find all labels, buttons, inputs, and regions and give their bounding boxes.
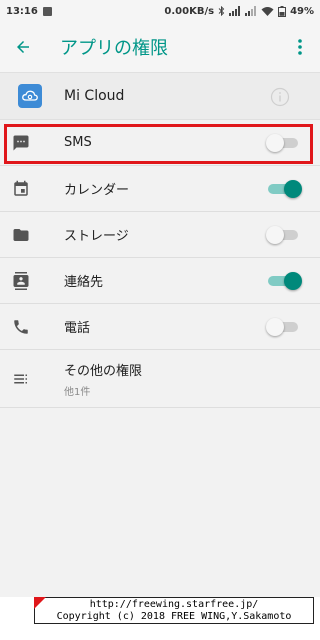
status-bar: 13:16 0.00KB/s 49% xyxy=(0,0,320,22)
sms-toggle[interactable] xyxy=(266,133,298,152)
bluetooth-icon xyxy=(218,6,225,16)
battery-icon xyxy=(278,5,287,17)
permission-row-storage[interactable]: ストレージ xyxy=(0,212,320,258)
status-time: 13:16 xyxy=(6,5,38,17)
contacts-icon xyxy=(11,271,31,291)
cloud-app-icon xyxy=(18,84,42,108)
app-bar: アプリの権限 xyxy=(0,22,320,72)
permission-row-phone[interactable]: 電話 xyxy=(0,304,320,350)
permission-row-contacts[interactable]: 連絡先 xyxy=(0,258,320,304)
permission-row-sms[interactable]: SMS xyxy=(0,120,320,166)
arrow-back-icon xyxy=(17,41,29,53)
calendar-toggle[interactable] xyxy=(268,179,302,198)
other-permissions-count: 他1件 xyxy=(64,386,91,398)
network-speed: 0.00KB/s xyxy=(164,5,215,17)
other-permissions-label: その他の権限 xyxy=(64,363,143,379)
more-vert-icon xyxy=(298,39,302,55)
contacts-toggle[interactable] xyxy=(268,271,302,290)
status-right: 0.00KB/s 49% xyxy=(164,5,314,17)
watermark-copyright: Copyright (c) 2018 FREE WING,Y.Sakamoto xyxy=(56,611,292,622)
info-icon[interactable] xyxy=(270,87,290,107)
notification-icon xyxy=(42,6,52,16)
permission-row-other[interactable]: その他の権限 他1件 xyxy=(0,350,320,408)
permission-label: カレンダー xyxy=(64,183,130,198)
watermark-url: http://freewing.starfree.jp/ xyxy=(89,599,259,610)
list-icon xyxy=(11,369,31,389)
battery-level: 49% xyxy=(290,5,314,17)
folder-icon xyxy=(11,225,31,245)
page-title: アプリの権限 xyxy=(60,38,168,59)
red-corner-mark xyxy=(34,597,46,609)
calendar-icon xyxy=(11,179,31,199)
back-button[interactable] xyxy=(0,24,46,70)
permission-label: 電話 xyxy=(64,321,91,336)
phone-icon xyxy=(11,317,31,337)
app-name: Mi Cloud xyxy=(64,88,125,104)
signal-icon xyxy=(229,6,241,16)
more-options-button[interactable] xyxy=(290,34,310,60)
wifi-icon xyxy=(261,7,274,16)
storage-toggle[interactable] xyxy=(266,225,298,244)
permission-list: SMS カレンダー ストレージ 連絡先 電話 その他の権限 他1件 xyxy=(0,120,320,408)
signal-icon-2 xyxy=(245,6,257,16)
permission-label: ストレージ xyxy=(64,229,129,244)
permission-label: SMS xyxy=(64,135,92,150)
phone-toggle[interactable] xyxy=(266,317,298,336)
app-header-row: Mi Cloud xyxy=(0,72,320,120)
sms-icon xyxy=(11,133,31,153)
permission-row-calendar[interactable]: カレンダー xyxy=(0,166,320,212)
permission-label: 連絡先 xyxy=(64,275,104,290)
other-permissions-text: その他の権限 他1件 xyxy=(64,360,142,398)
copyright-watermark: http://freewing.starfree.jp/ Copyright (… xyxy=(34,597,314,624)
